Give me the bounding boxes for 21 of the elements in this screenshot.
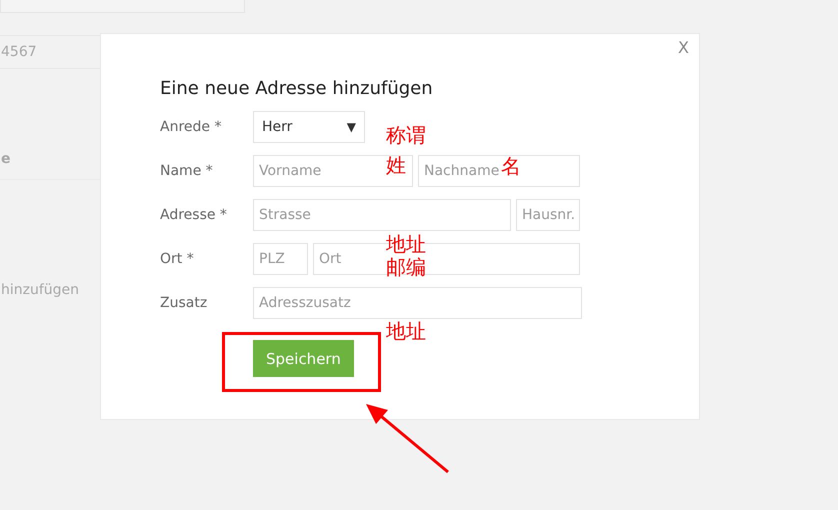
input-field[interactable]: Adresszusatz bbox=[253, 287, 582, 319]
annotation-text: 称谓 bbox=[386, 124, 426, 146]
input-field[interactable]: Hausnr. bbox=[516, 199, 580, 231]
field-label: Name * bbox=[160, 163, 214, 179]
field-label: Zusatz bbox=[160, 295, 208, 311]
close-button[interactable]: X bbox=[678, 38, 689, 57]
section-text: e bbox=[1, 151, 10, 167]
field-label: Anrede * bbox=[160, 119, 222, 135]
phone-text: 4567 bbox=[1, 44, 37, 60]
field-label: Adresse * bbox=[160, 207, 228, 223]
annotation-text: 名 bbox=[501, 155, 521, 177]
annotation-text: 姓 bbox=[386, 154, 406, 176]
annotation-text: 邮编 bbox=[386, 256, 426, 278]
salutation-dropdown[interactable]: Herr ▼ bbox=[253, 111, 365, 143]
link-text: hinzufügen bbox=[1, 282, 80, 298]
input-field[interactable]: Strasse bbox=[253, 199, 511, 231]
dialog-title: Eine neue Adresse hinzufügen bbox=[160, 78, 434, 99]
save-button[interactable]: Speichern bbox=[253, 340, 354, 377]
input-field[interactable]: PLZ bbox=[253, 243, 308, 275]
annotation-text: 地址 bbox=[386, 320, 426, 342]
field-label: Ort * bbox=[160, 251, 195, 267]
